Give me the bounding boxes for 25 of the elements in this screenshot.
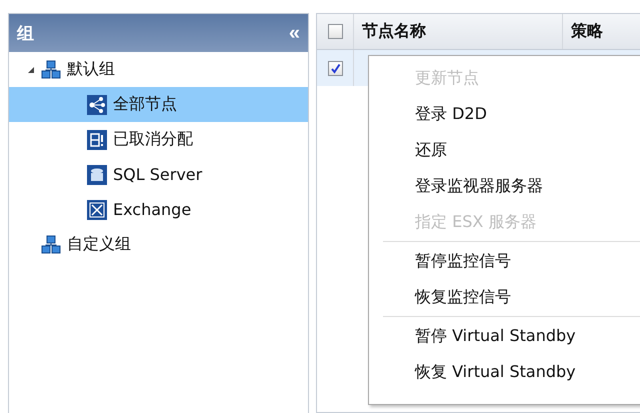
collapse-button[interactable]: « xyxy=(288,23,300,43)
database-icon xyxy=(87,164,107,184)
network-group-icon xyxy=(41,60,61,80)
expander-icon[interactable] xyxy=(27,66,35,74)
column-header[interactable]: 策略 xyxy=(563,21,603,42)
menu-item[interactable]: 暂停监控信号 xyxy=(369,243,640,279)
tree-item[interactable]: Exchange xyxy=(9,192,308,227)
menu-item[interactable]: 暂停 Virtual Standby xyxy=(369,318,640,354)
tree-item[interactable]: 默认组 xyxy=(9,52,308,87)
menu-item[interactable]: 还原 xyxy=(369,132,640,168)
menu-item[interactable]: 登录监视器服务器 xyxy=(369,168,640,204)
share-nodes-icon xyxy=(87,94,107,114)
tree-item[interactable]: 自定义组 xyxy=(9,227,308,262)
menu-item[interactable]: 恢复 Virtual Standby xyxy=(369,354,640,390)
menu-item[interactable]: 登录 D2D xyxy=(369,96,640,132)
row-checkbox[interactable] xyxy=(328,60,342,76)
menu-item[interactable]: 恢复监控信号 xyxy=(369,279,640,315)
tree-item[interactable]: 全部节点 xyxy=(9,87,308,122)
column-header[interactable]: 节点名称 xyxy=(354,14,563,49)
unassigned-server-icon xyxy=(87,130,107,150)
select-all-checkbox[interactable] xyxy=(328,24,342,39)
tree-item[interactable]: 已取消分配 xyxy=(9,122,308,157)
tree-item[interactable]: SQL Server xyxy=(9,157,308,192)
network-group-icon xyxy=(41,234,61,254)
panel-title: 组 xyxy=(17,22,34,44)
